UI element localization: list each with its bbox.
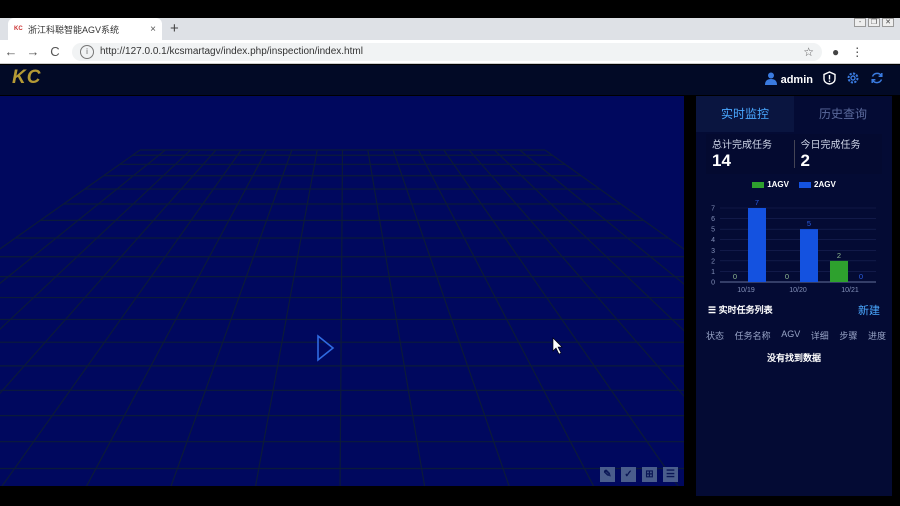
forward-button[interactable]: → <box>22 44 44 59</box>
y-tick-label: 2 <box>711 258 715 265</box>
map-3d-view[interactable]: ✎ ✓ ⊞ ☰ <box>0 96 684 486</box>
refresh-icon[interactable] <box>870 71 884 88</box>
total-tasks-label: 总计完成任务 <box>712 140 772 151</box>
legend-item-1[interactable]: 1AGV <box>752 180 789 189</box>
tab-realtime-monitor[interactable]: 实时监控 <box>696 96 794 132</box>
data-label: 2 <box>837 251 841 260</box>
bar-2AGV-10/20[interactable] <box>800 229 818 282</box>
y-tick-label: 1 <box>711 269 715 276</box>
x-tick-label: 10/21 <box>841 287 859 294</box>
site-info-icon[interactable]: i <box>80 44 94 59</box>
no-data-message: 没有找到数据 <box>766 353 821 363</box>
split-icon[interactable]: ⊞ <box>642 467 657 482</box>
view-toolbar: ✎ ✓ ⊞ ☰ <box>600 467 678 482</box>
url-bar[interactable]: i http://127.0.0.1/kcsmartagv/index.php/… <box>72 42 822 61</box>
user-icon <box>764 72 777 88</box>
browser-tab-bar: KC 浙江科聪智能AGV系统 × + ‐ ❐ ✕ <box>0 18 900 40</box>
col-agv[interactable]: AGV <box>781 329 800 342</box>
browser-menu-icon[interactable]: ⋮ <box>851 45 863 59</box>
y-tick-label: 4 <box>711 237 715 244</box>
reload-button[interactable]: C <box>44 44 66 59</box>
list-icon[interactable]: ☰ <box>663 467 678 482</box>
data-label: 0 <box>785 272 789 281</box>
y-tick-label: 5 <box>711 227 715 234</box>
screen: KC 浙江科聪智能AGV系统 × + ‐ ❐ ✕ ← → C i http://… <box>0 0 900 506</box>
check-icon[interactable]: ✓ <box>621 467 636 482</box>
browser-tab[interactable]: KC 浙江科聪智能AGV系统 × <box>8 18 162 40</box>
today-tasks-value: 2 <box>800 151 810 170</box>
tasks-bar-chart: 0123456710/190710/200510/2120 <box>711 200 876 294</box>
tab-history-query[interactable]: 历史查询 <box>794 96 892 132</box>
floor-grid <box>0 149 684 486</box>
task-list-title: ☰ 实时任务列表 <box>708 305 773 315</box>
monitor-panel: 实时监控 历史查询 总计完成任务 14 今日完成任务 2 1AGV 2AGV 0… <box>696 96 892 496</box>
col-progress[interactable]: 进度 <box>868 329 886 342</box>
shield-alert-icon[interactable] <box>823 71 836 88</box>
legend-item-2[interactable]: 2AGV <box>799 180 836 189</box>
tab-title: 浙江科聪智能AGV系统 <box>28 24 120 35</box>
edit-icon[interactable]: ✎ <box>600 467 615 482</box>
logo: KC <box>12 67 42 88</box>
today-tasks-label: 今日完成任务 <box>800 140 861 151</box>
col-step[interactable]: 步骤 <box>839 329 857 342</box>
x-tick-label: 10/19 <box>737 287 755 294</box>
list-icon: ☰ <box>708 305 717 315</box>
data-label: 0 <box>859 272 863 281</box>
favicon-icon: KC <box>14 26 23 32</box>
col-detail[interactable]: 详细 <box>811 329 829 342</box>
col-status[interactable]: 状态 <box>706 329 724 342</box>
back-button[interactable]: ← <box>0 44 22 59</box>
minimize-icon[interactable]: ‐ <box>854 18 866 27</box>
url-text: http://127.0.0.1/kcsmartagv/index.php/in… <box>100 46 363 57</box>
y-tick-label: 3 <box>711 248 715 255</box>
data-label: 5 <box>807 219 811 228</box>
bar-2AGV-10/19[interactable] <box>748 208 766 282</box>
window-controls: ‐ ❐ ✕ <box>854 18 894 27</box>
x-tick-label: 10/20 <box>789 287 807 294</box>
close-window-icon[interactable]: ✕ <box>882 18 894 27</box>
chart-legend: 1AGV 2AGV <box>696 180 892 189</box>
gear-icon[interactable] <box>846 71 860 88</box>
y-tick-label: 6 <box>711 216 715 223</box>
bookmark-star-icon[interactable]: ☆ <box>803 45 814 59</box>
y-tick-label: 0 <box>711 280 715 287</box>
profile-icon[interactable]: ● <box>832 45 839 59</box>
address-toolbar: ← → C i http://127.0.0.1/kcsmartagv/inde… <box>0 40 900 64</box>
app-header: KC admin <box>0 65 900 95</box>
bar-1AGV-10/21[interactable] <box>830 260 848 282</box>
new-tab-button[interactable]: + <box>170 20 179 37</box>
restore-icon[interactable]: ❐ <box>868 18 880 27</box>
task-stats: 总计完成任务 14 今日完成任务 2 <box>706 134 882 174</box>
y-tick-label: 7 <box>711 206 715 213</box>
col-task-name[interactable]: 任务名称 <box>735 329 771 342</box>
tab-close-icon[interactable]: × <box>150 24 156 35</box>
total-tasks-value: 14 <box>712 151 731 170</box>
data-label: 0 <box>733 272 737 281</box>
panel-tabs: 实时监控 历史查询 <box>696 96 892 132</box>
task-table-header: 状态 任务名称 AGV 详细 步骤 进度 <box>706 329 886 342</box>
data-label: 7 <box>755 200 759 207</box>
username[interactable]: admin <box>781 74 813 86</box>
user-area: admin <box>764 71 884 88</box>
new-task-button[interactable]: 新建 <box>858 302 880 318</box>
